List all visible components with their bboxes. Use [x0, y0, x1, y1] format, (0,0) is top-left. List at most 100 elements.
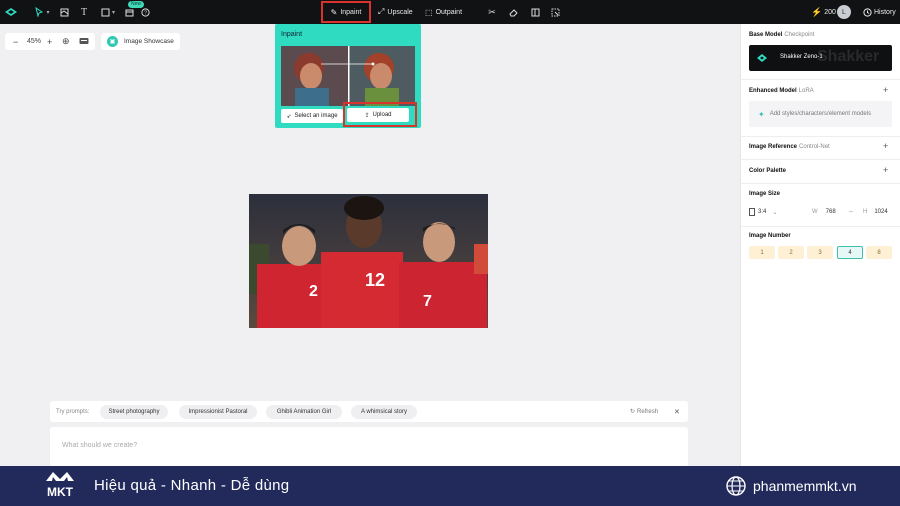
- width-value: 768: [825, 209, 836, 215]
- inpaint-popup-title: Inpaint: [281, 31, 303, 38]
- color-palette-title: Color Palette: [749, 168, 787, 174]
- image-number-options: 1 2 3 4 8: [749, 246, 894, 259]
- history-label: History: [874, 8, 896, 16]
- panel-layout-icon[interactable]: [529, 0, 541, 24]
- banner-slogan: Hiệu quả - Nhanh - Dễ dùng: [94, 477, 290, 494]
- prompt-input[interactable]: What should we create?: [50, 427, 688, 467]
- model-card[interactable]: Shakker Shakker Zeno-1: [749, 45, 892, 71]
- base-model-label: Base Model: [749, 32, 783, 38]
- text-tool-icon[interactable]: T: [78, 0, 90, 24]
- height-label: H: [863, 209, 868, 215]
- add-lora-button[interactable]: ✦ Add styles/characters/element models: [749, 101, 892, 127]
- lightning-icon: ⚡: [811, 6, 823, 17]
- history-button[interactable]: History: [863, 0, 896, 24]
- prompt-chip[interactable]: Impressionist Pastoral: [179, 405, 257, 419]
- frame-tool-icon[interactable]: [57, 0, 71, 24]
- select-tool-icon[interactable]: ▾: [31, 0, 53, 24]
- footer-banner: MKT Hiệu quả - Nhanh - Dễ dùng phanmemmk…: [0, 466, 900, 506]
- height-field[interactable]: H 1024: [863, 207, 888, 217]
- cursor-icon: ➶: [286, 113, 292, 120]
- zoom-in-button[interactable]: +: [47, 37, 52, 47]
- top-toolbar: ▾ T ▾ New ? ✎ Inpaint ⤢ Upscale ⬚ Outpai…: [0, 0, 900, 24]
- svg-text:12: 12: [365, 270, 385, 290]
- image-reference-label: Image Reference: [749, 144, 798, 150]
- outpaint-label: Outpaint: [435, 8, 463, 16]
- eraser-icon[interactable]: [507, 0, 519, 24]
- divider: [741, 79, 900, 80]
- image-reference-title: Image Reference Control-Net: [749, 144, 830, 150]
- prompt-placeholder: What should we create?: [62, 442, 138, 449]
- globe-icon: [726, 476, 746, 496]
- prompt-chip[interactable]: Ghibli Animation Girl: [266, 405, 342, 419]
- chevron-down-icon: ▾: [111, 9, 115, 16]
- svg-text:2: 2: [309, 283, 318, 300]
- add-palette-icon[interactable]: +: [883, 165, 888, 175]
- credits-display[interactable]: ⚡ 200: [811, 0, 836, 24]
- image-showcase-label: Image Showcase: [124, 38, 174, 45]
- image-number-option[interactable]: 3: [807, 246, 833, 259]
- ratio-value: 3:4: [758, 209, 767, 215]
- image-number-title: Image Number: [749, 233, 791, 239]
- svg-text:7: 7: [423, 293, 432, 310]
- model-watermark: Shakker: [817, 48, 880, 65]
- image-showcase-button[interactable]: ▣ Image Showcase: [101, 33, 180, 50]
- shape-tool-icon[interactable]: ▾: [97, 0, 119, 24]
- link-icon[interactable]: ⇔: [848, 207, 854, 217]
- canvas-image[interactable]: 2 12 7: [249, 194, 488, 328]
- crop-select-icon[interactable]: [549, 0, 561, 24]
- image-number-option[interactable]: 2: [778, 246, 804, 259]
- mkt-logo-text: MKT: [47, 485, 74, 499]
- refresh-button[interactable]: ↻ Refresh: [630, 401, 658, 422]
- add-lora-icon[interactable]: +: [883, 85, 888, 95]
- divider: [741, 159, 900, 160]
- inpaint-preview-image: [281, 46, 415, 106]
- avatar[interactable]: L: [837, 5, 851, 19]
- zoom-level[interactable]: 45%: [27, 38, 41, 45]
- help-icon[interactable]: ?: [139, 0, 151, 24]
- select-image-button[interactable]: ➶ Select an image: [281, 109, 343, 123]
- divider: [741, 136, 900, 137]
- app-logo-icon[interactable]: [4, 6, 18, 17]
- ratio-select[interactable]: 3:4 ⌄: [749, 207, 777, 217]
- width-field[interactable]: W 768: [812, 207, 836, 217]
- add-reference-icon[interactable]: +: [883, 141, 888, 151]
- image-number-option[interactable]: 8: [866, 246, 892, 259]
- height-value: 1024: [874, 209, 888, 215]
- upscale-icon: ⤢: [378, 7, 385, 16]
- image-number-option-selected[interactable]: 4: [837, 246, 863, 259]
- settings-panel: Base Model Checkpoint Shakker Shakker Zen…: [740, 24, 900, 466]
- credits-count: 200: [824, 8, 836, 16]
- image-reference-sub: Control-Net: [799, 144, 830, 150]
- ratio-icon: [749, 208, 755, 216]
- fit-screen-icon[interactable]: ⊕: [62, 36, 70, 47]
- gallery-icon: ▣: [107, 36, 118, 47]
- divider: [741, 183, 900, 184]
- prompt-chip[interactable]: Street photography: [100, 405, 168, 419]
- model-logo-icon: [757, 54, 767, 62]
- zoom-controls: − 45% + ⊕: [5, 33, 95, 50]
- chevron-down-icon: ⌄: [772, 209, 778, 216]
- media-tool-icon[interactable]: [124, 0, 135, 24]
- base-model-sub: Checkpoint: [784, 32, 815, 38]
- image-size-title: Image Size: [749, 191, 781, 197]
- upscale-button[interactable]: ⤢ Upscale: [374, 3, 417, 21]
- base-model-title: Base Model Checkpoint: [749, 32, 814, 38]
- mkt-logo: MKT: [46, 472, 74, 499]
- prompt-chip[interactable]: A whimsical story: [351, 405, 417, 419]
- close-icon[interactable]: ✕: [674, 401, 680, 422]
- zoom-out-button[interactable]: −: [13, 37, 18, 47]
- svg-text:?: ?: [144, 10, 147, 16]
- enhanced-model-sub: LoRA: [798, 88, 814, 94]
- image-number-option[interactable]: 1: [749, 246, 775, 259]
- styles-icon: ✦: [758, 109, 765, 119]
- outpaint-button[interactable]: ⬚ Outpaint: [421, 3, 466, 21]
- keyboard-icon[interactable]: [79, 37, 89, 47]
- try-prompts-bar: Try prompts: Street photography Impressi…: [50, 401, 688, 422]
- select-image-label: Select an image: [294, 113, 338, 119]
- chevron-down-icon: ▾: [46, 9, 50, 16]
- scissors-icon[interactable]: ✂: [486, 0, 498, 24]
- inpaint-button[interactable]: ✎ Inpaint: [321, 1, 371, 23]
- inpaint-label: Inpaint: [340, 8, 362, 16]
- website-link[interactable]: phanmemmkt.vn: [753, 478, 856, 494]
- model-name: Shakker Zeno-1: [780, 54, 823, 60]
